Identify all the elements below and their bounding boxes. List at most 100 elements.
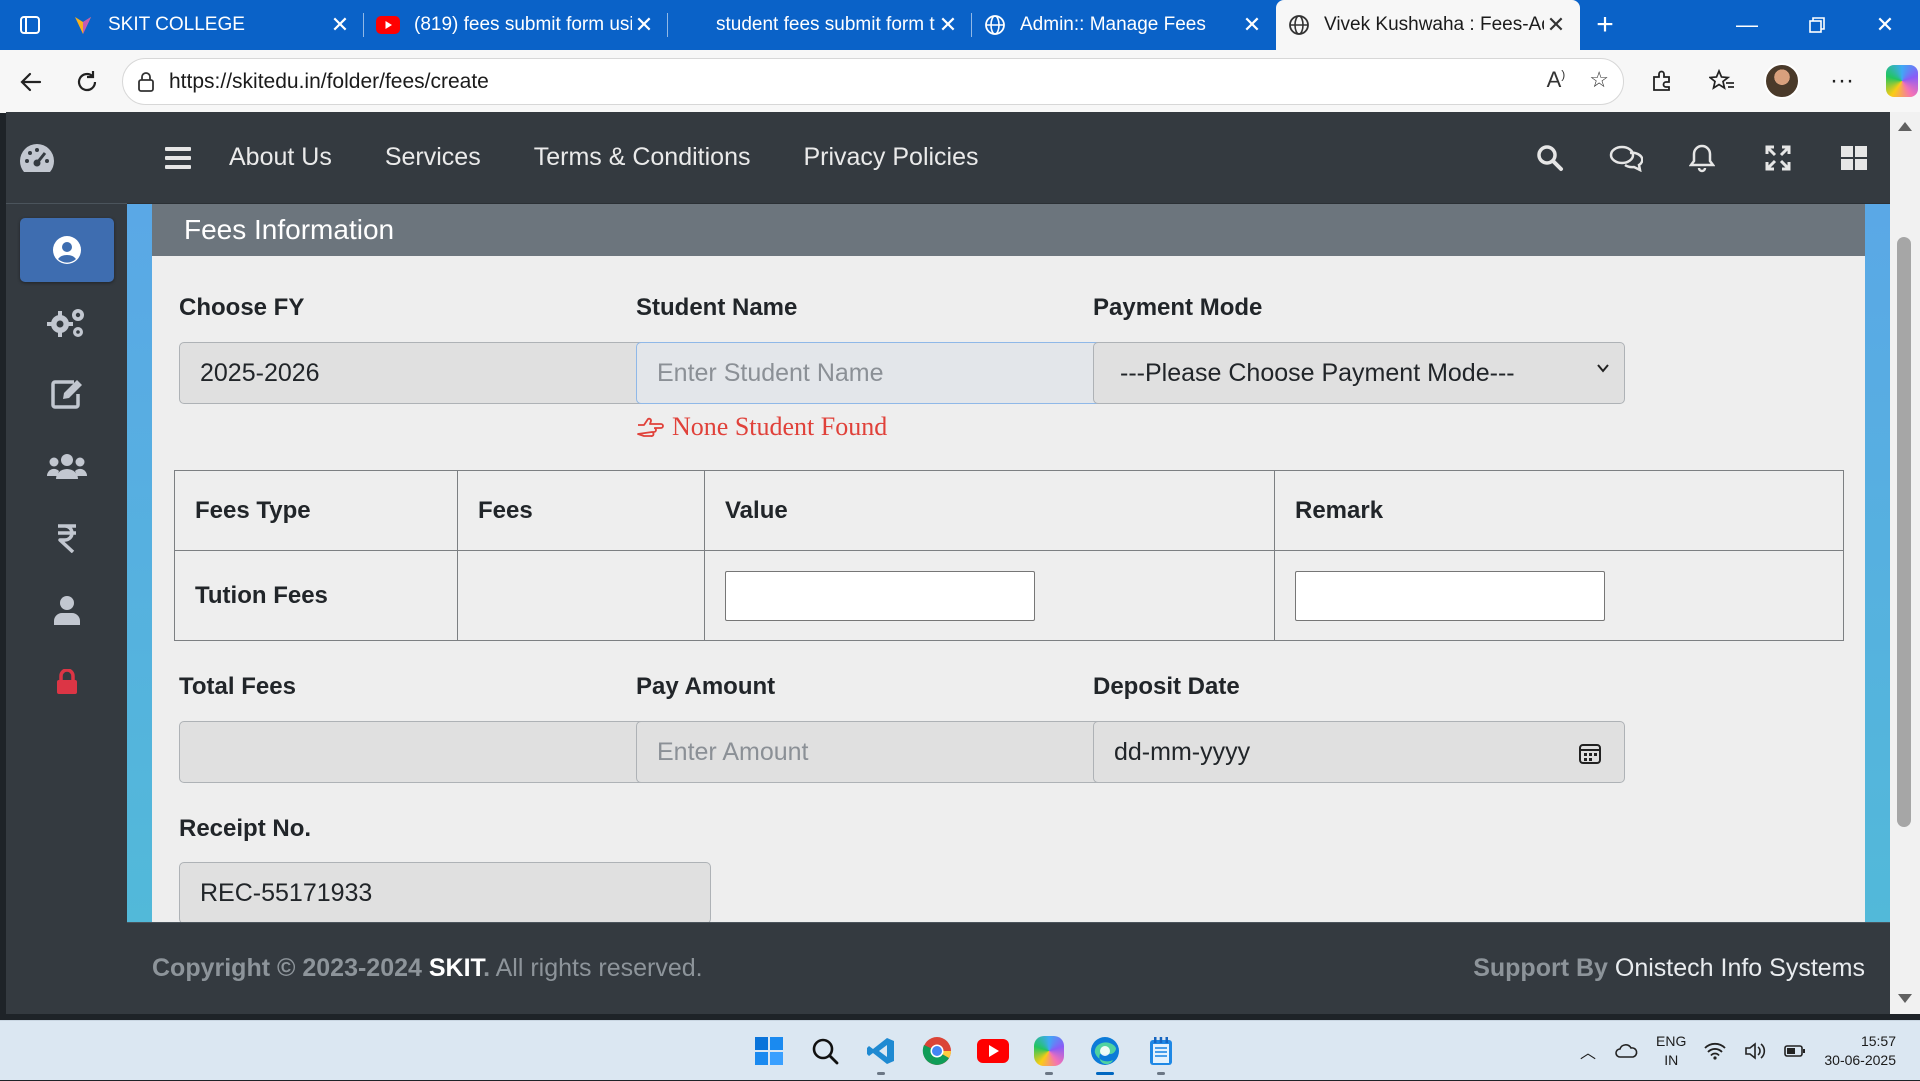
chrome-icon (922, 1037, 951, 1065)
dashboard-gauge-icon (19, 143, 55, 172)
lang-top: ENG (1656, 1033, 1687, 1049)
favorites-button[interactable] (1700, 56, 1744, 106)
sidebar-item-edit[interactable] (20, 362, 114, 426)
nav-link-terms[interactable]: Terms & Conditions (534, 143, 751, 172)
student-name-input[interactable]: Enter Student Name (636, 342, 1168, 404)
deposit-date-input[interactable]: dd-mm-yyyy (1093, 721, 1625, 783)
scroll-down-arrow-icon[interactable] (1898, 994, 1912, 1003)
receipt-no-input[interactable]: REC-55171933 (179, 862, 711, 924)
scroll-up-arrow-icon[interactable] (1898, 122, 1912, 131)
tab-close-icon[interactable]: ✕ (328, 12, 352, 38)
taskbar-youtube[interactable] (972, 1027, 1014, 1075)
taskbar-search-button[interactable] (804, 1027, 846, 1075)
rupee-icon (58, 524, 76, 553)
url-text: https://skitedu.in/folder/fees/create (169, 69, 489, 93)
tab-title: (819) fees submit form usir (414, 14, 632, 35)
menu-toggle-icon[interactable] (165, 142, 191, 174)
chevron-down-icon (1597, 364, 1609, 373)
wifi-icon[interactable] (1704, 1042, 1727, 1060)
sidebar-item-account[interactable] (20, 578, 114, 642)
address-bar[interactable]: https://skitedu.in/folder/fees/create A)… (122, 58, 1624, 105)
payment-mode-select[interactable]: ---Please Choose Payment Mode--- (1093, 342, 1625, 404)
sidebar-item-fees[interactable] (20, 506, 114, 570)
tab-search[interactable]: student fees submit form t ✕ (668, 0, 972, 50)
new-tab-button[interactable]: + (1580, 0, 1630, 50)
chevron-up-icon[interactable]: ︿ (1580, 1039, 1596, 1063)
fees-cell (457, 550, 705, 641)
nav-link-services[interactable]: Services (385, 143, 481, 172)
value-input[interactable] (725, 570, 1035, 621)
minimize-button[interactable]: — (1712, 0, 1782, 50)
total-fees-input[interactable] (179, 721, 711, 783)
tab-title: student fees submit form t (716, 14, 935, 35)
expand-arrows-icon (1765, 145, 1791, 171)
clock-time: 15:57 (1860, 1033, 1896, 1049)
remark-input[interactable] (1295, 570, 1605, 621)
calendar-icon[interactable] (1578, 741, 1602, 765)
tab-close-icon[interactable]: ✕ (936, 12, 960, 38)
taskbar-chrome[interactable] (916, 1027, 958, 1075)
table-header-row: Fees Type Fees Value Remark (174, 470, 1844, 551)
col-remark: Remark (1274, 470, 1844, 551)
fullscreen-button[interactable] (1760, 140, 1796, 176)
student-error-message: None Student Found (636, 412, 887, 442)
tab-close-icon[interactable]: ✕ (1544, 12, 1568, 38)
more-button[interactable]: ··· (1820, 56, 1864, 106)
onedrive-cloud-icon[interactable] (1614, 1043, 1638, 1059)
notifications-button[interactable] (1684, 140, 1720, 176)
close-window-button[interactable]: ✕ (1850, 0, 1920, 50)
taskbar-copilot[interactable] (1028, 1027, 1070, 1075)
search-icon (812, 1038, 839, 1065)
tab-close-icon[interactable]: ✕ (632, 12, 656, 38)
tab-manage-fees[interactable]: Admin:: Manage Fees ✕ (972, 0, 1276, 50)
profile-button[interactable] (1760, 56, 1804, 106)
scrollbar-thumb[interactable] (1897, 237, 1911, 827)
tab-fees-add[interactable]: Vivek Kushwaha : Fees-Adc ✕ (1276, 0, 1580, 50)
sidebar-item-settings[interactable] (20, 290, 114, 354)
search-icon (1537, 145, 1563, 171)
taskbar-vscode[interactable] (860, 1027, 902, 1075)
tab-youtube[interactable]: (819) fees submit form usir ✕ (364, 0, 668, 50)
language-indicator[interactable]: ENG IN (1656, 1032, 1686, 1070)
extensions-button[interactable] (1640, 56, 1684, 106)
page-scrollbar[interactable] (1890, 112, 1920, 1014)
favorite-star-icon[interactable]: ☆ (1589, 67, 1609, 93)
sidebar-item-users[interactable] (20, 434, 114, 498)
fees-card: Fees Information Choose FY 2025-2026 Stu… (152, 204, 1865, 924)
start-button[interactable] (748, 1027, 790, 1075)
clock[interactable]: 15:57 30-06-2025 (1824, 1032, 1896, 1070)
student-name-placeholder: Enter Student Name (657, 358, 884, 387)
copilot-button[interactable] (1880, 56, 1920, 106)
messages-button[interactable] (1608, 140, 1644, 176)
battery-icon[interactable] (1784, 1044, 1806, 1058)
volume-icon[interactable] (1744, 1042, 1766, 1060)
taskbar-notepad[interactable] (1140, 1027, 1182, 1075)
bell-icon (1689, 144, 1715, 173)
read-aloud-icon[interactable]: A) (1547, 67, 1566, 93)
taskbar-edge[interactable] (1084, 1027, 1126, 1075)
copyright-prefix: Copyright © 2023-2024 (152, 954, 422, 982)
back-button[interactable] (6, 57, 56, 107)
globe-icon (985, 15, 1005, 35)
nav-link-privacy[interactable]: Privacy Policies (803, 143, 978, 172)
tab-skit-college[interactable]: SKIT COLLEGE ✕ (60, 0, 364, 50)
tab-actions-button[interactable] (0, 0, 60, 50)
support-name[interactable]: Onistech Info Systems (1615, 954, 1865, 982)
user-icon (54, 596, 80, 625)
nav-link-about[interactable]: About Us (229, 143, 332, 172)
sidebar-item-logout[interactable] (20, 650, 114, 714)
sidebar-item-profile[interactable] (20, 218, 114, 282)
tab-close-icon[interactable]: ✕ (1240, 12, 1264, 38)
apps-button[interactable] (1836, 140, 1872, 176)
notepad-icon (1150, 1037, 1172, 1065)
brand-logo[interactable] (6, 112, 127, 204)
restore-icon (1809, 17, 1825, 33)
fy-select[interactable]: 2025-2026 (179, 342, 711, 404)
copyright-brand[interactable]: SKIT (429, 954, 483, 982)
pay-amount-input[interactable]: Enter Amount (636, 721, 1168, 783)
search-button[interactable] (1532, 140, 1568, 176)
refresh-button[interactable] (62, 57, 112, 107)
restore-button[interactable] (1782, 0, 1852, 50)
pay-amount-placeholder: Enter Amount (657, 737, 809, 766)
deposit-date-placeholder: dd-mm-yyyy (1114, 737, 1251, 766)
